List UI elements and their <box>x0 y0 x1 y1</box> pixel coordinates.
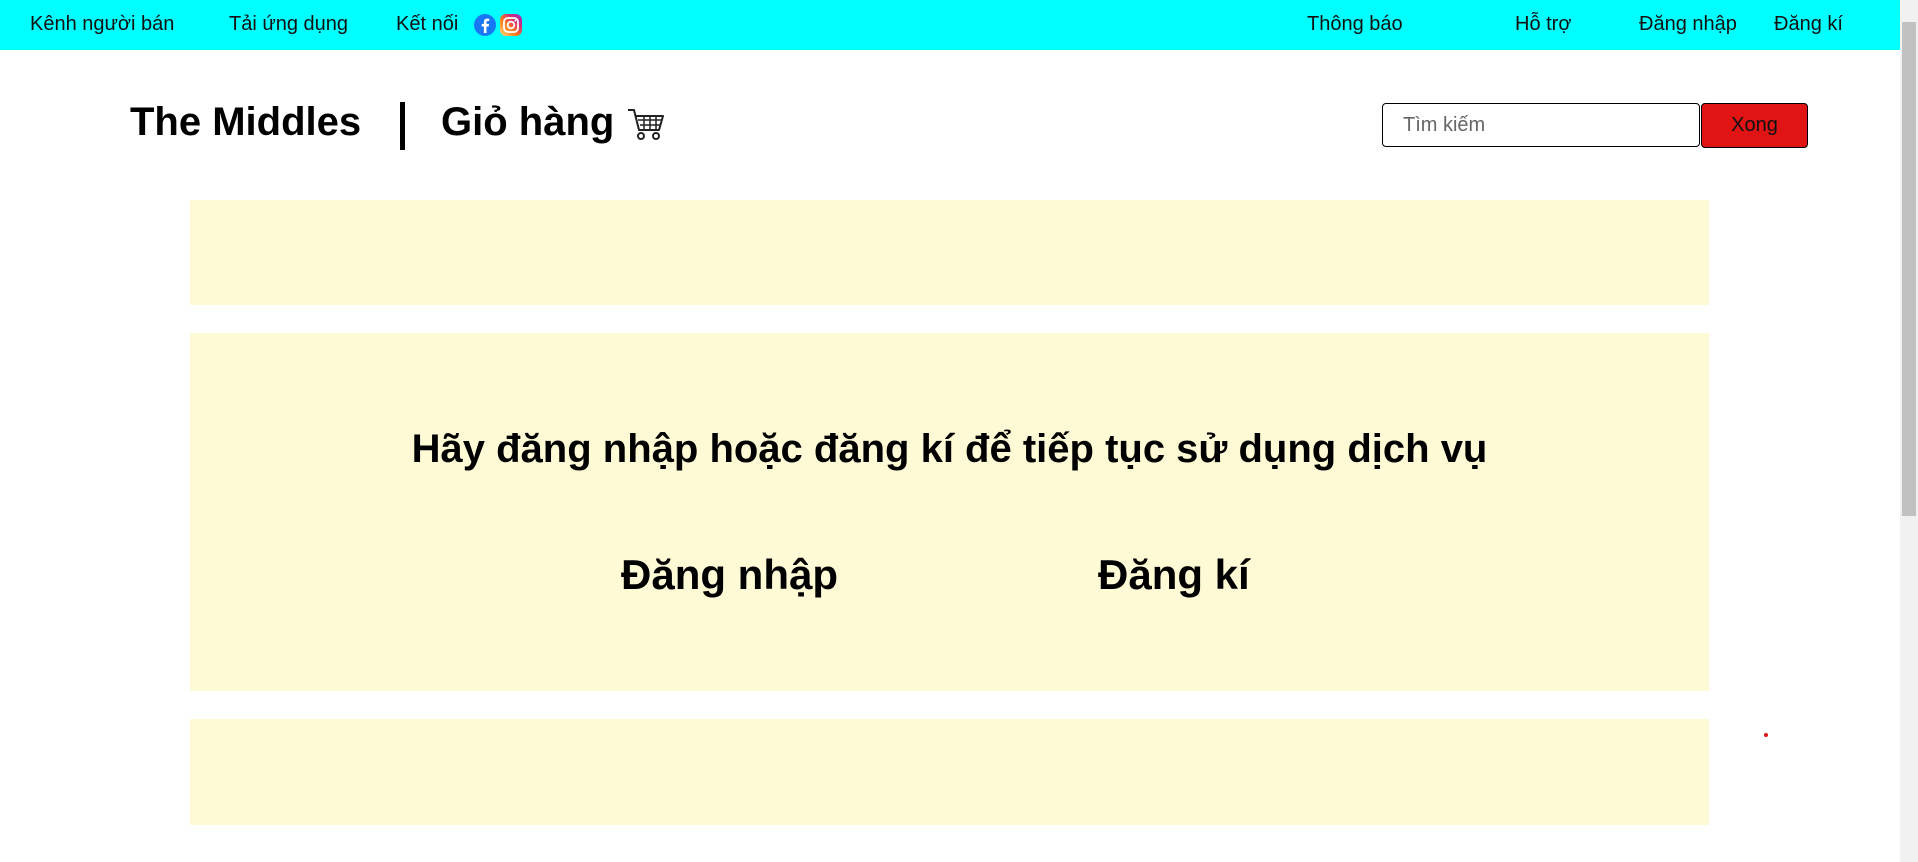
brand-title[interactable]: The Middles <box>130 100 361 145</box>
red-dot-marker <box>1764 733 1768 737</box>
connect-label: Kết nối <box>396 13 459 35</box>
login-button[interactable]: Đăng nhập <box>621 551 838 599</box>
support-link[interactable]: Hỗ trợ <box>1515 13 1571 36</box>
social-links <box>473 13 523 37</box>
notifications-link[interactable]: Thông báo <box>1307 13 1403 36</box>
register-button[interactable]: Đăng kí <box>1098 551 1250 599</box>
header-divider <box>400 102 405 150</box>
search-input[interactable] <box>1382 103 1700 147</box>
register-link[interactable]: Đăng kí <box>1774 13 1843 36</box>
top-bar: Kênh người bán Tải ứng dụng Kết nối Thôn… <box>0 0 1900 50</box>
instagram-icon[interactable] <box>499 13 523 37</box>
scrollbar-thumb[interactable] <box>1902 22 1916 516</box>
login-prompt-panel: Hãy đăng nhập hoặc đăng kí để tiếp tục s… <box>190 333 1709 691</box>
cart-title[interactable]: Giỏ hàng <box>441 100 614 145</box>
cart-icon[interactable] <box>626 106 666 142</box>
search-submit-button[interactable]: Xong <box>1701 103 1808 148</box>
login-prompt-text: Hãy đăng nhập hoặc đăng kí để tiếp tục s… <box>411 427 1488 471</box>
banner-panel-top <box>190 200 1709 305</box>
login-link[interactable]: Đăng nhập <box>1639 13 1737 36</box>
facebook-icon[interactable] <box>473 13 497 37</box>
download-app-link[interactable]: Tải ứng dụng <box>229 13 348 36</box>
banner-panel-bottom <box>190 719 1709 825</box>
seller-channel-link[interactable]: Kênh người bán <box>30 13 174 36</box>
